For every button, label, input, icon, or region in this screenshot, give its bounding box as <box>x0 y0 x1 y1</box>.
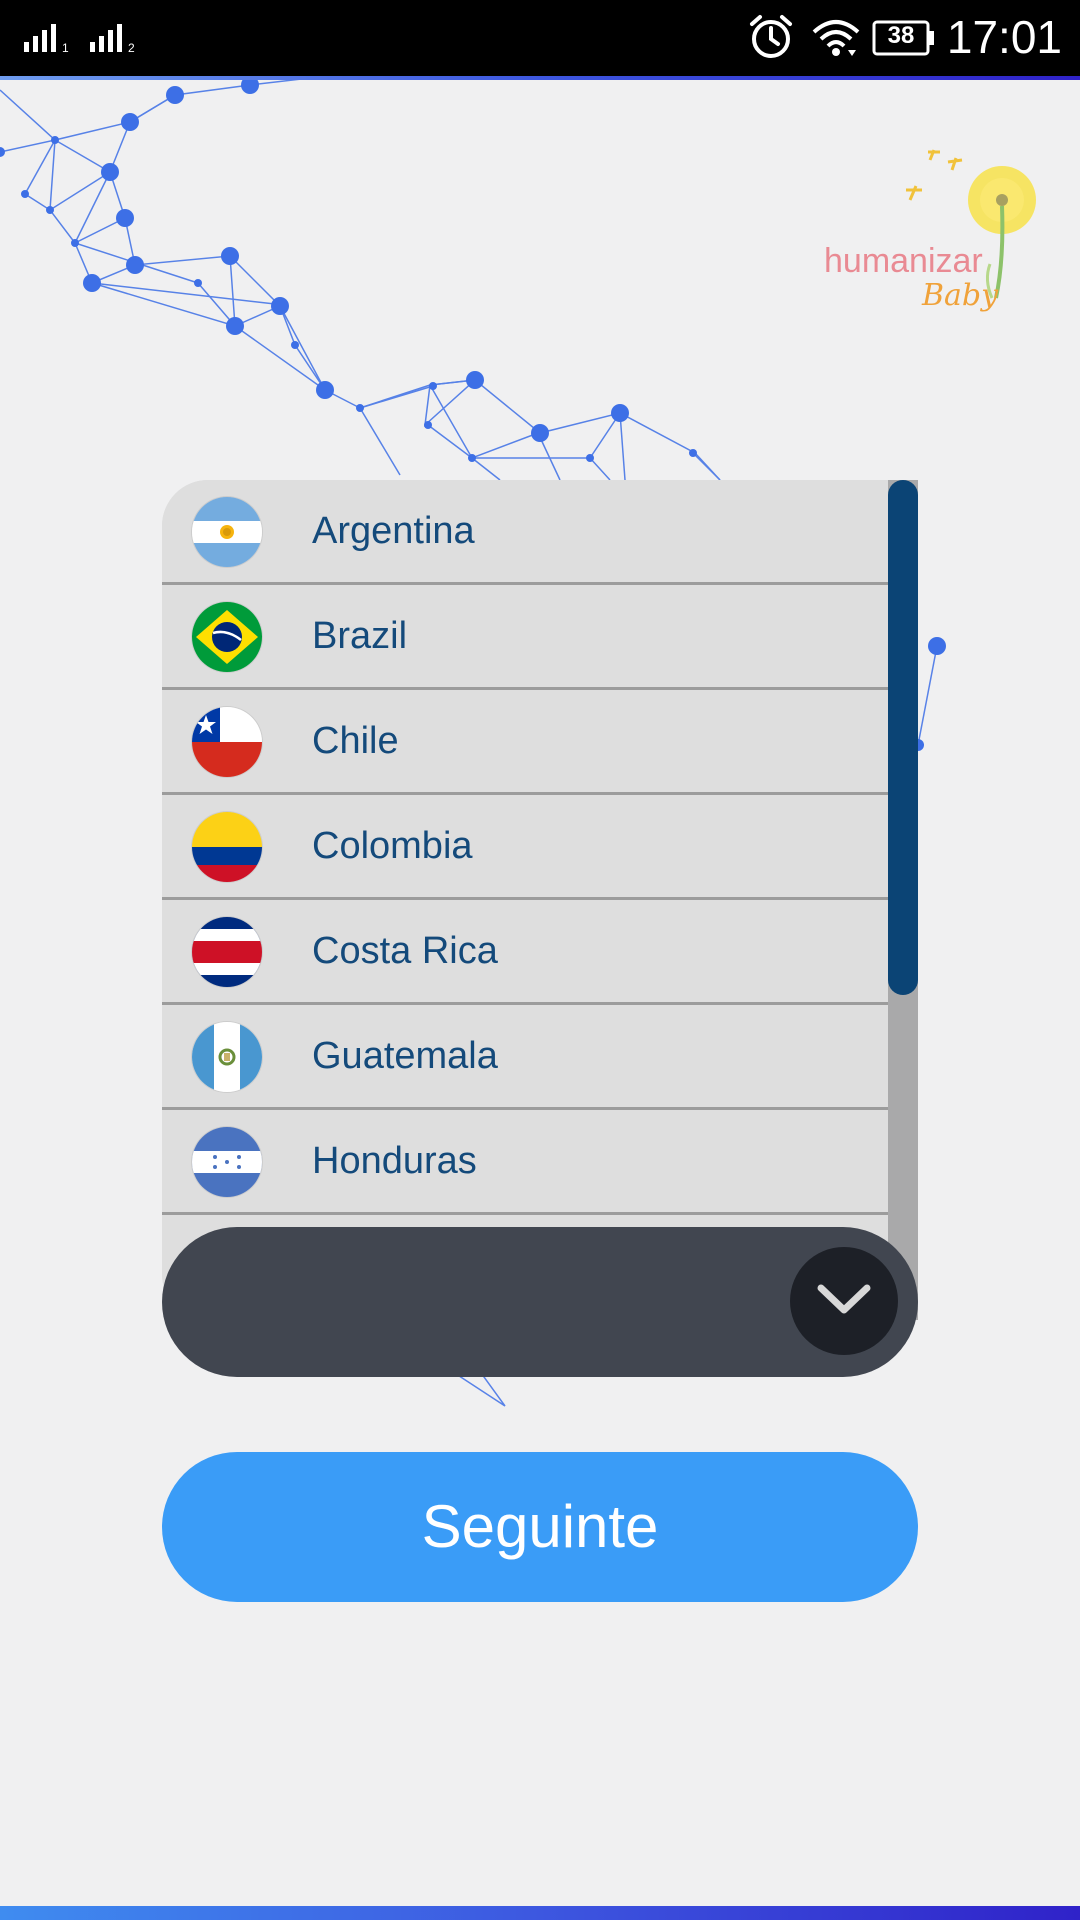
country-name: Chile <box>312 720 399 762</box>
signal-1-label: 1 <box>62 41 69 54</box>
country-name: Honduras <box>312 1140 477 1182</box>
country-item-chile[interactable]: Chile <box>162 690 888 795</box>
country-name: Colombia <box>312 825 473 867</box>
humanizar-baby-logo: humanizar Baby <box>820 140 1040 320</box>
alarm-icon <box>750 15 792 58</box>
next-button[interactable]: Seguinte <box>162 1452 918 1602</box>
country-list[interactable]: Argentina Brazil Chile Colombia Costa Ri… <box>162 480 918 1320</box>
status-time: 17:01 <box>946 11 1062 63</box>
signal-icon: 2 <box>90 24 135 54</box>
honduras-flag-icon <box>192 1127 262 1197</box>
country-item-brazil[interactable]: Brazil <box>162 585 888 690</box>
scrollbar-thumb[interactable] <box>888 480 918 995</box>
country-item-argentina[interactable]: Argentina <box>162 480 888 585</box>
status-bar: 1 2 38 17:01 <box>0 0 1080 76</box>
country-name: Costa Rica <box>312 930 498 972</box>
chevron-down-icon <box>817 1284 871 1314</box>
chile-flag-icon <box>192 707 262 777</box>
country-item-costa-rica[interactable]: Costa Rica <box>162 900 888 1005</box>
argentina-flag-icon <box>192 497 262 567</box>
bottom-accent-line <box>0 1906 1080 1920</box>
signal-icon: 1 <box>24 24 69 54</box>
guatemala-flag-icon <box>192 1022 262 1092</box>
signal-2-label: 2 <box>128 41 135 54</box>
country-item-guatemala[interactable]: Guatemala <box>162 1005 888 1110</box>
country-item-colombia[interactable]: Colombia <box>162 795 888 900</box>
wifi-icon <box>812 20 860 56</box>
country-list-viewport[interactable]: Argentina Brazil Chile Colombia Costa Ri… <box>162 480 888 1320</box>
country-name: Guatemala <box>312 1035 498 1077</box>
costa-rica-flag-icon <box>192 917 262 987</box>
country-item-honduras[interactable]: Honduras <box>162 1110 888 1215</box>
country-name: Brazil <box>312 615 408 657</box>
battery-level: 38 <box>887 22 915 49</box>
logo-sub-text: Baby <box>922 278 999 313</box>
logo-brand-text: humanizar <box>824 242 983 280</box>
colombia-flag-icon <box>192 812 262 882</box>
dropdown-toggle-button[interactable] <box>790 1247 898 1355</box>
country-name: Argentina <box>312 510 475 552</box>
brazil-flag-icon <box>192 602 262 672</box>
